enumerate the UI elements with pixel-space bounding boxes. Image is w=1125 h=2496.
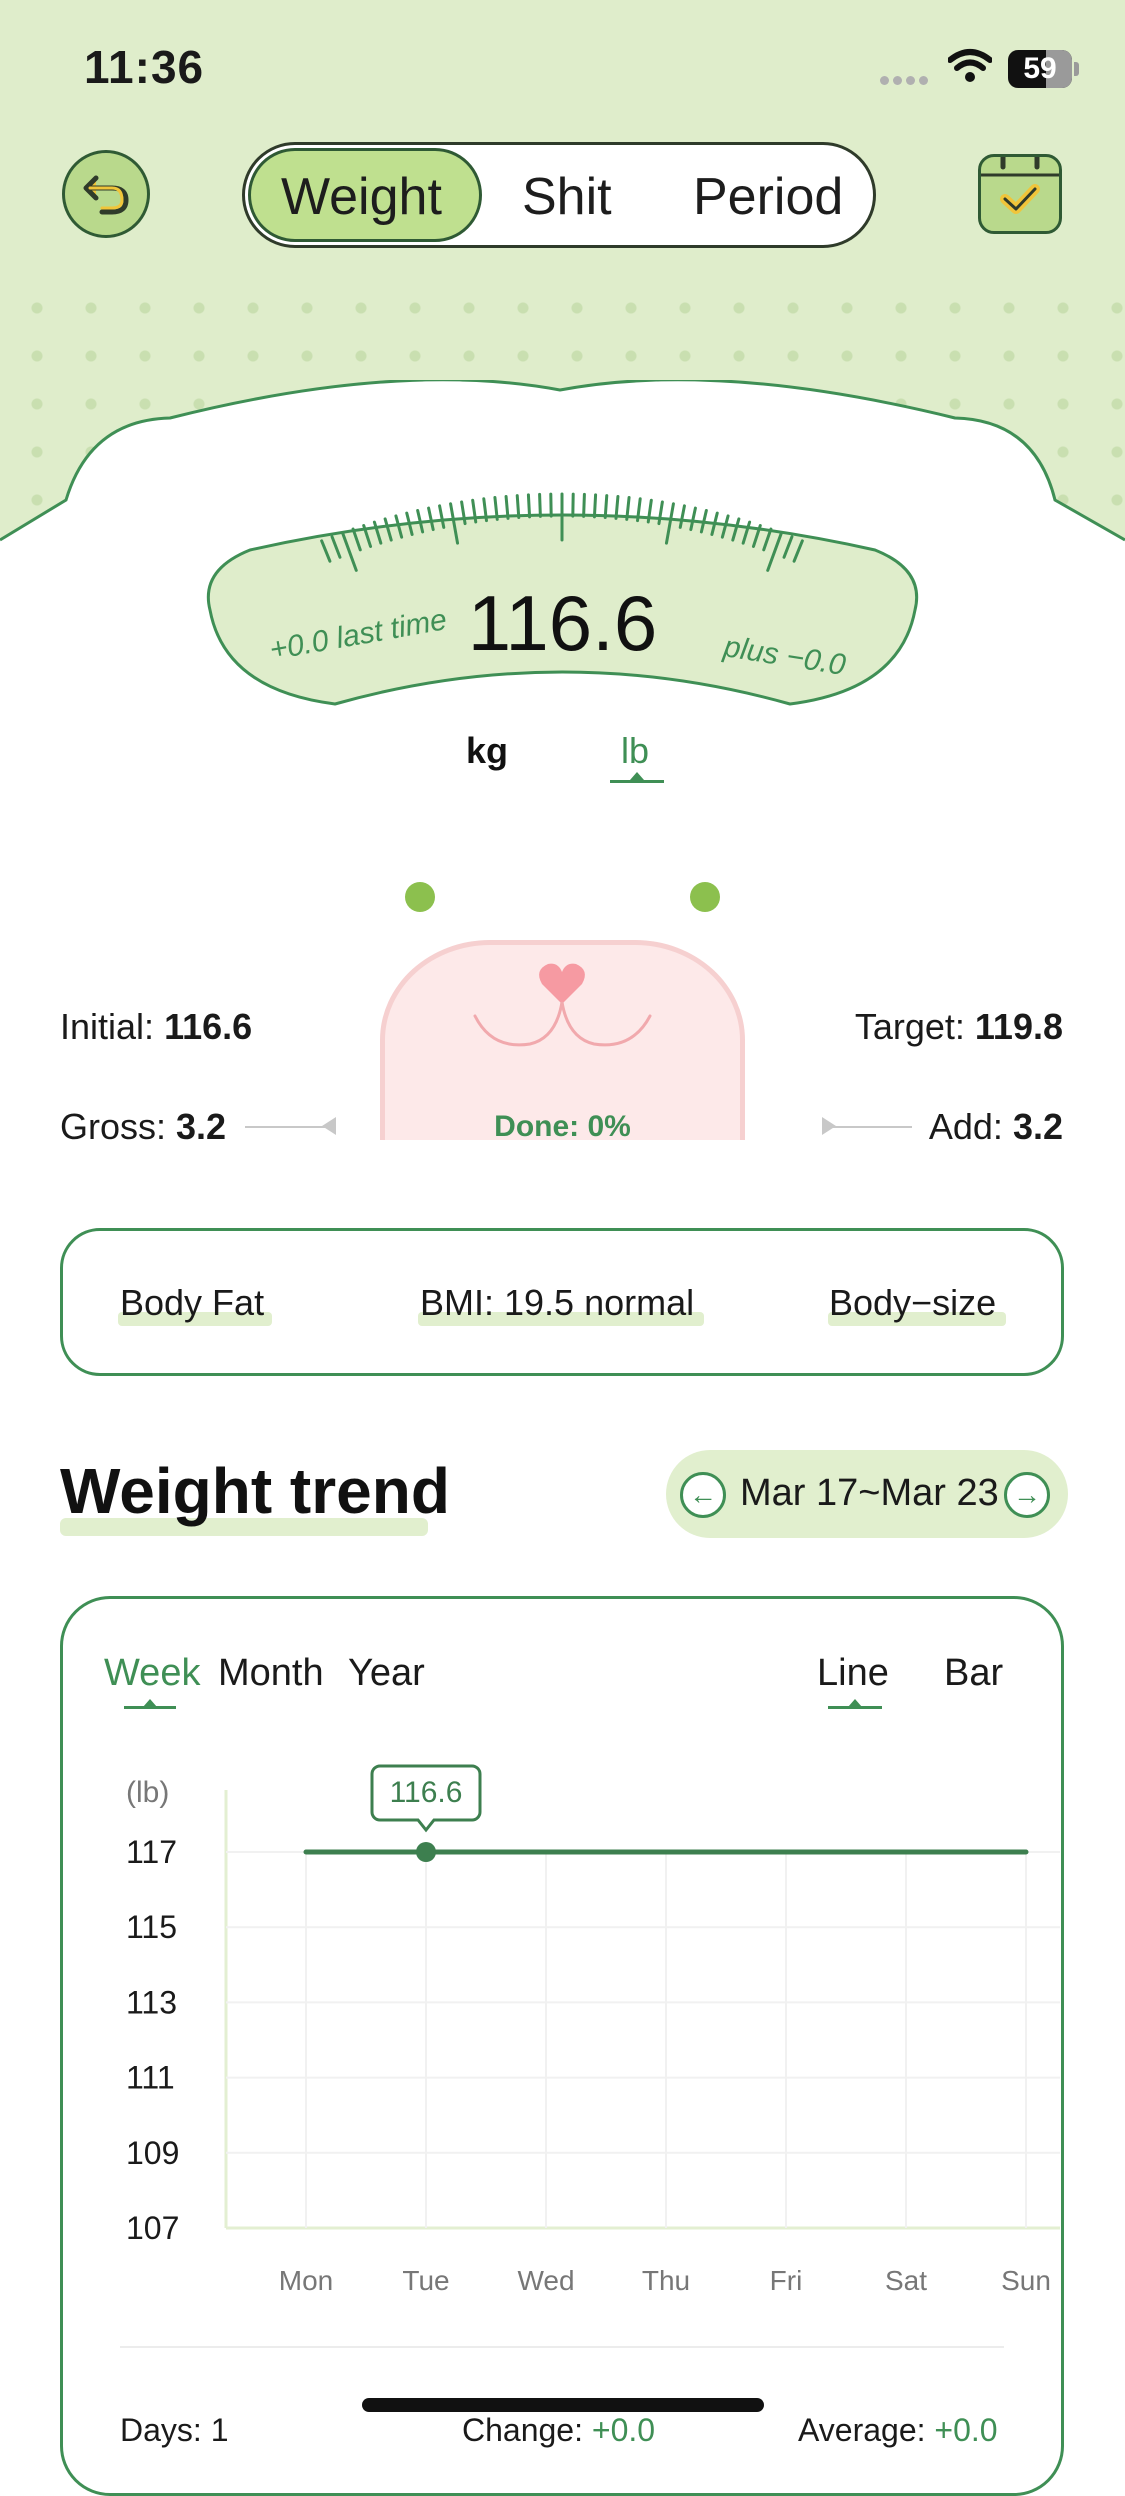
undo-arrow-icon [80, 172, 132, 216]
gauge-tick [506, 496, 508, 518]
gauge-tick [616, 496, 618, 518]
gross-label: Gross: [60, 1106, 166, 1147]
unit-selected-marker [630, 772, 644, 780]
days-count: Days: 1 [120, 2412, 228, 2449]
status-time: 11:36 [84, 40, 204, 94]
average-value: +0.0 [934, 2412, 997, 2448]
wifi-icon [948, 48, 992, 89]
chart-type-bar[interactable]: Bar [944, 1652, 1003, 1695]
add-weight: Add: 3.2 [929, 1106, 1063, 1148]
cellular-signal-icon [880, 72, 932, 90]
calendar-check-icon [981, 157, 1059, 231]
change-value: +0.0 [592, 2412, 655, 2448]
chart-type-line[interactable]: Line [817, 1652, 889, 1695]
change-summary: Change: +0.0 [462, 2412, 655, 2449]
initial-value: 116.6 [164, 1006, 252, 1047]
cat-ear-right [690, 882, 720, 912]
arrow-right-icon: → [1013, 1479, 1041, 1511]
target-weight[interactable]: Target: 119.8 [855, 1006, 1063, 1048]
tab-shit[interactable]: Shit [522, 167, 612, 227]
gauge-tick [594, 495, 595, 517]
home-indicator[interactable] [362, 2398, 764, 2412]
calendar-button[interactable] [978, 154, 1062, 234]
change-label: Change: [462, 2412, 583, 2448]
chart-type-selected-marker [848, 1699, 862, 1707]
add-value: 3.2 [1013, 1106, 1063, 1147]
add-label: Add: [929, 1106, 1003, 1147]
period-selected-marker [143, 1699, 157, 1707]
weight-trend-title: Weight trend [60, 1454, 450, 1528]
trend-chart-card [60, 1596, 1064, 2496]
cat-nose-icon [380, 940, 745, 1080]
back-button[interactable] [62, 150, 150, 238]
battery-icon: 59 [1008, 50, 1072, 88]
gauge-tick [528, 495, 529, 517]
weight-value: 116.6 [0, 578, 1125, 669]
period-tab-week[interactable]: Week [104, 1652, 200, 1695]
average-summary: Average: +0.0 [798, 2412, 998, 2449]
gauge-tick [540, 494, 541, 516]
body-fat-button[interactable]: Body Fat [120, 1282, 264, 1324]
gauge-tick [517, 496, 519, 518]
category-segmented-control: Weight Shit Period [242, 142, 876, 248]
period-tab-month[interactable]: Month [218, 1652, 324, 1695]
unit-selected-underline [610, 780, 664, 783]
period-tab-year[interactable]: Year [348, 1652, 425, 1695]
unit-lb-tab[interactable]: lb [621, 730, 649, 772]
date-range-label: Mar 17~Mar 23 [740, 1472, 999, 1515]
tab-period[interactable]: Period [693, 167, 843, 227]
gross-value: 3.2 [176, 1106, 226, 1147]
initial-weight: Initial: 116.6 [60, 1006, 252, 1048]
prev-week-button[interactable]: ← [680, 1472, 726, 1518]
body-size-button[interactable]: Body−size [829, 1282, 996, 1324]
bmi-button[interactable]: BMI: 19.5 normal [420, 1282, 694, 1324]
next-week-button[interactable]: → [1004, 1472, 1050, 1518]
battery-level: 59 [1023, 52, 1056, 86]
target-value: 119.8 [975, 1006, 1063, 1047]
average-label: Average: [798, 2412, 926, 2448]
gauge-tick [584, 494, 585, 516]
add-pointer-arrow [822, 1117, 836, 1135]
gauge-tick [605, 496, 607, 518]
arrow-left-icon: ← [689, 1479, 717, 1511]
gross-weight: Gross: 3.2 [60, 1106, 226, 1148]
unit-kg-tab[interactable]: kg [466, 730, 508, 772]
cat-ear-left [405, 882, 435, 912]
tab-weight[interactable]: Weight [281, 167, 442, 227]
target-label: Target: [855, 1006, 965, 1047]
battery-tip [1074, 62, 1079, 76]
gross-pointer-arrow [322, 1117, 336, 1135]
summary-divider [120, 2346, 1004, 2348]
initial-label: Initial: [60, 1006, 154, 1047]
